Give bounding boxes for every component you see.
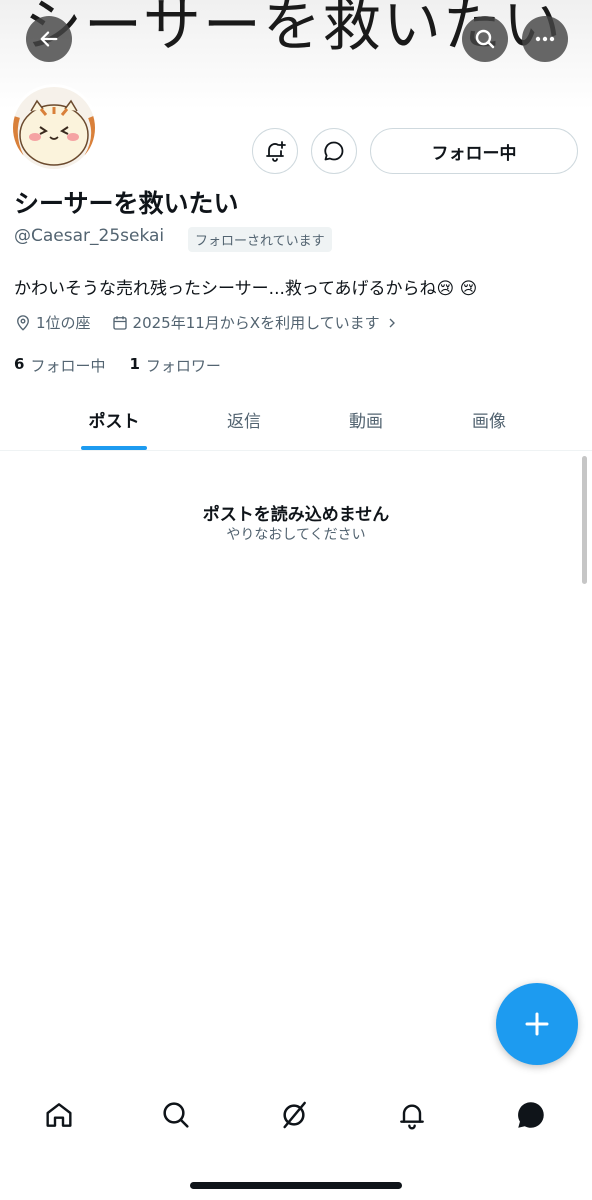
tab-images[interactable]: 画像 (429, 388, 549, 450)
profile-banner[interactable]: シーサーを救いたい (0, 0, 592, 110)
notification-subscribe-button[interactable] (252, 128, 298, 174)
search-icon (163, 1102, 189, 1128)
profile-tabs: ポスト 返信 動画 画像 (0, 388, 592, 451)
nav-notifications[interactable] (392, 1085, 432, 1145)
chevron-right-icon[interactable] (384, 315, 400, 331)
follows-you-badge: フォローされています (188, 227, 332, 252)
avatar[interactable] (10, 84, 98, 172)
chat-bubble-filled-icon (518, 1102, 544, 1128)
location-pin-icon (17, 314, 29, 331)
more-horizontal-icon (535, 36, 555, 42)
following-count[interactable]: 6 (14, 355, 24, 376)
following-label[interactable]: フォロー中 (30, 355, 105, 376)
nav-search[interactable] (156, 1085, 196, 1145)
join-date: 2025年11月からXを利用しています (132, 314, 380, 332)
compose-post-button[interactable] (496, 983, 578, 1065)
home-indicator[interactable] (190, 1182, 402, 1189)
display-name: シーサーを救いたい (14, 189, 239, 218)
back-button[interactable] (26, 16, 72, 62)
grok-icon (283, 1101, 306, 1129)
tab-replies[interactable]: 返信 (184, 388, 304, 450)
plus-icon (525, 1012, 549, 1036)
nav-messages[interactable] (511, 1085, 551, 1145)
followers-label[interactable]: フォロワー (146, 355, 221, 376)
nav-grok[interactable] (274, 1085, 314, 1145)
bottom-nav (0, 1085, 592, 1145)
empty-state-title: ポストを読み込めません (202, 505, 390, 525)
handle: @Caesar_25sekai (14, 226, 165, 246)
search-icon (475, 29, 495, 49)
active-tab-indicator (81, 446, 147, 450)
more-button[interactable] (522, 16, 568, 62)
profile-meta: 1位の座 2025年11月からXを利用しています (14, 312, 400, 333)
bio: かわいそうな売れ残ったシーサー...救ってあげるからね😢 😢 (14, 279, 478, 299)
followers-count[interactable]: 1 (129, 355, 139, 376)
scrollbar[interactable] (582, 456, 587, 584)
chat-bubble-icon (324, 141, 344, 161)
following-button[interactable]: フォロー中 (370, 128, 578, 174)
message-button[interactable] (311, 128, 357, 174)
search-button[interactable] (462, 16, 508, 62)
home-icon (46, 1103, 72, 1127)
follow-stats: 6 フォロー中 1 フォロワー (14, 355, 221, 376)
arrow-left-icon (40, 31, 58, 47)
location: 1位の座 (36, 314, 91, 332)
nav-home[interactable] (39, 1085, 79, 1145)
bell-icon (400, 1104, 424, 1130)
empty-state-retry[interactable]: やりなおしてください (0, 524, 592, 544)
calendar-icon (112, 315, 127, 330)
tab-videos[interactable]: 動画 (306, 388, 426, 450)
bell-plus-icon (266, 141, 286, 162)
tab-posts[interactable]: ポスト (54, 388, 174, 450)
avatar-illustration (13, 87, 95, 169)
